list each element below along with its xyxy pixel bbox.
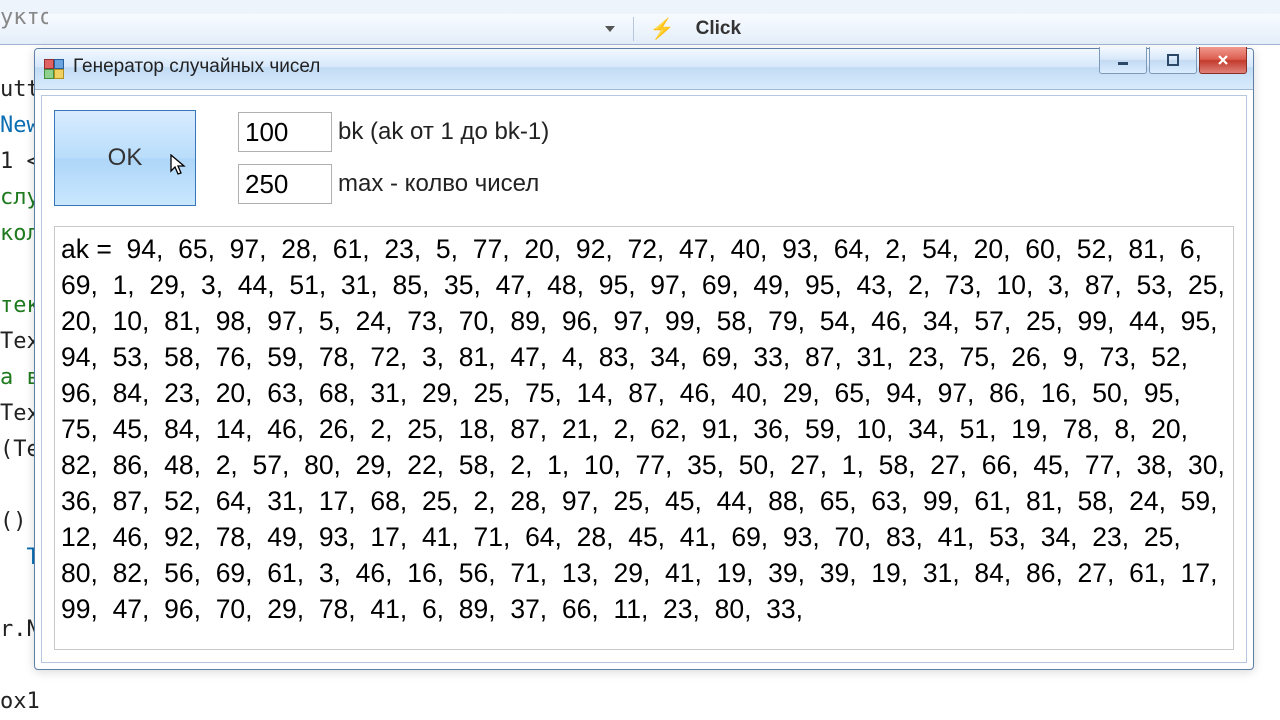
ok-button[interactable]: OK [54, 110, 196, 206]
window-titlebar[interactable]: Генератор случайных чисел [35, 49, 1253, 90]
toolbar-event-name[interactable]: Click [696, 18, 741, 39]
bk-input[interactable] [238, 112, 332, 152]
ok-button-label: OK [108, 144, 143, 172]
controls-row: OK bk (ak от 1 до bk-1) max - колво чисе… [54, 110, 1234, 210]
maximize-icon [1166, 53, 1180, 67]
max-input[interactable] [238, 164, 332, 204]
close-button[interactable] [1199, 47, 1247, 74]
minimize-icon [1116, 53, 1130, 67]
toolbar-dropdown[interactable] [600, 14, 620, 46]
app-window: Генератор случайных чисел OK [34, 48, 1254, 670]
app-icon [44, 59, 64, 79]
bk-label: bk (ak от 1 до bk-1) [338, 118, 549, 146]
window-title: Генератор случайных чисел [73, 56, 320, 78]
close-icon [1216, 53, 1230, 67]
minimize-button[interactable] [1099, 47, 1147, 74]
ide-toolbar-fragment-top [0, 0, 1280, 15]
chevron-down-icon [605, 26, 615, 32]
lightning-icon: ⚡ [650, 18, 675, 40]
window-client-area: OK bk (ak от 1 до bk-1) max - колво чисе… [41, 95, 1247, 663]
maximize-button[interactable] [1149, 47, 1197, 74]
output-textbox[interactable]: ak = 94, 65, 97, 28, 61, 23, 5, 77, 20, … [54, 226, 1234, 650]
toolbar-separator [633, 17, 634, 41]
window-controls [1099, 47, 1247, 74]
max-label: max - колво чисел [338, 170, 539, 198]
ide-toolbar: ⚡ Click [0, 14, 1280, 45]
